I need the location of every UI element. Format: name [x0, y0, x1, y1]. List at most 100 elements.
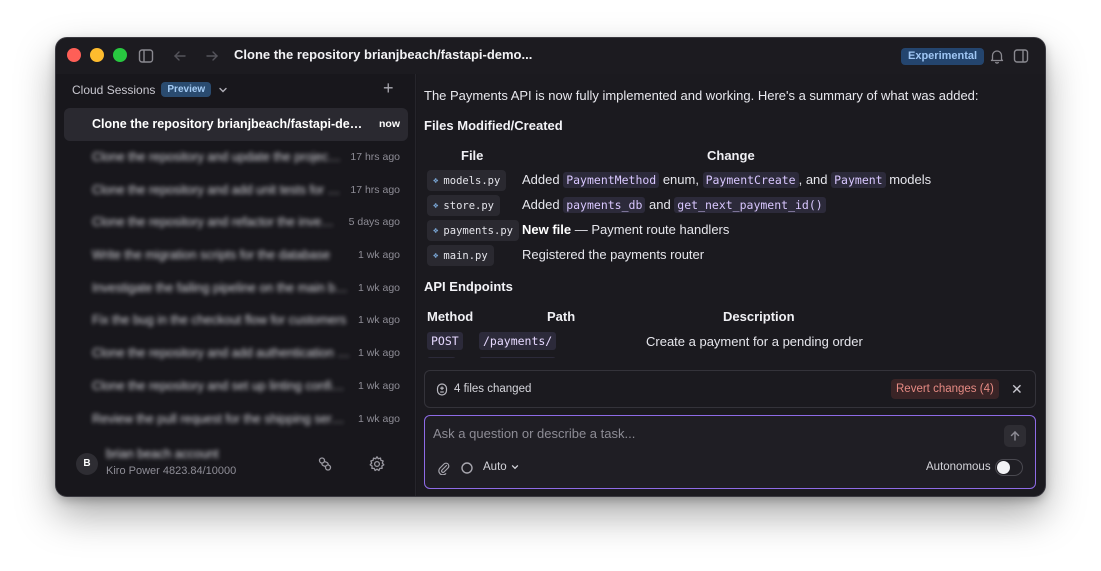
text-fragment: models: [885, 172, 932, 187]
back-arrow-icon[interactable]: [171, 47, 189, 65]
sidebar: Cloud Sessions Preview + Clone the repos…: [56, 74, 416, 496]
session-list: Clone the repository brianjbeach/fastapi…: [64, 108, 408, 435]
gear-icon[interactable]: [368, 455, 386, 473]
endpoint-path: /payments/: [479, 357, 557, 358]
text-fragment: Registered the payments router: [522, 247, 705, 262]
composer: Auto Autonomous: [424, 415, 1036, 489]
revert-changes-button[interactable]: Revert changes (4): [891, 379, 999, 399]
sessions-header[interactable]: Cloud Sessions Preview: [72, 82, 229, 97]
files-heading: Files Modified/Created: [424, 118, 563, 133]
session-title: Write the migration scripts for the data…: [92, 248, 331, 263]
title-bar: Clone the repository brianjbeach/fastapi…: [56, 38, 1045, 74]
session-time: 1 wk ago: [357, 249, 400, 262]
paperclip-icon[interactable]: [437, 461, 451, 476]
send-button[interactable]: [1004, 425, 1026, 447]
session-item[interactable]: Clone the repository and set up linting …: [64, 370, 408, 403]
power-usage: Kiro Power 4823.84/10000: [106, 465, 237, 477]
endpoints-heading: API Endpoints: [424, 279, 513, 294]
text-fragment: and: [645, 197, 675, 212]
session-time: 1 wk ago: [357, 379, 400, 392]
file-name: store.py: [443, 199, 494, 212]
inline-code: get_next_payment_id(): [674, 197, 826, 213]
session-title: Clone the repository and add unit tests …: [92, 182, 342, 197]
minimize-window-button[interactable]: [90, 48, 104, 62]
session-item[interactable]: Clone the repository and refactor the in…: [64, 206, 408, 239]
task-input[interactable]: [433, 426, 993, 441]
session-title: Review the pull request for the shipping…: [92, 411, 350, 426]
close-window-button[interactable]: [67, 48, 81, 62]
changes-bar: 4 files changed Revert changes (4) ✕: [424, 370, 1036, 408]
mode-selector[interactable]: Auto: [483, 461, 520, 473]
file-chip[interactable]: ❖ main.py: [427, 245, 494, 266]
files-header-change: Change: [707, 148, 755, 163]
file-name: payments.py: [443, 224, 513, 237]
file-chip[interactable]: ❖ models.py: [427, 170, 507, 191]
session-title: Clone the repository and refactor the in…: [92, 215, 341, 230]
file-name: main.py: [443, 249, 488, 262]
text-fragment: enum,: [659, 172, 703, 187]
file-change-description: New file — Payment route handlers: [522, 222, 729, 237]
bell-icon[interactable]: [988, 47, 1006, 65]
preview-badge: Preview: [161, 82, 212, 97]
file-change-description: Registered the payments router: [522, 247, 704, 262]
close-icon[interactable]: ✕: [1011, 380, 1023, 398]
session-time: now: [379, 118, 400, 131]
autonomous-label: Autonomous: [926, 461, 991, 473]
right-panel-toggle-icon[interactable]: [1012, 47, 1030, 65]
chat-panel: The Payments API is now fully implemente…: [417, 74, 1045, 496]
sidebar-toggle-icon[interactable]: [137, 47, 155, 65]
sessions-header-label: Cloud Sessions: [72, 82, 156, 97]
file-change-description: Added payments_db and get_next_payment_i…: [522, 197, 826, 213]
session-title: Clone the repository and update the proj…: [92, 150, 342, 165]
avatar[interactable]: B: [76, 453, 98, 475]
file-chip[interactable]: ❖ payments.py: [427, 220, 519, 241]
arrow-up-icon: [1010, 431, 1020, 441]
endpoints-header-method: Method: [427, 309, 474, 324]
endpoint-description: Create a payment for a pending order: [646, 334, 863, 349]
inline-code: Payment: [831, 172, 886, 188]
new-session-plus-icon[interactable]: +: [383, 79, 394, 97]
text-fragment: — Payment route handlers: [571, 222, 730, 237]
python-file-icon: ❖: [433, 250, 439, 261]
session-item[interactable]: Investigate the failing pipeline on the …: [64, 271, 408, 304]
session-item[interactable]: Fix the bug in the checkout flow for cus…: [64, 304, 408, 337]
python-file-icon: ❖: [433, 175, 439, 186]
connections-icon[interactable]: [316, 455, 334, 473]
session-item[interactable]: Clone the repository brianjbeach/fastapi…: [64, 108, 408, 141]
python-file-icon: ❖: [433, 200, 439, 211]
session-item[interactable]: Review the pull request for the shipping…: [64, 402, 408, 435]
file-chip[interactable]: ❖ store.py: [427, 195, 500, 216]
autonomous-toggle[interactable]: [995, 459, 1023, 476]
chevron-down-icon[interactable]: [217, 84, 229, 96]
forward-arrow-icon[interactable]: [203, 47, 221, 65]
app-window: Clone the repository brianjbeach/fastapi…: [56, 38, 1045, 496]
files-changed-label[interactable]: 4 files changed: [454, 383, 531, 395]
summary-intro: The Payments API is now fully implemente…: [424, 88, 979, 103]
session-item[interactable]: Clone the repository and update the proj…: [64, 141, 408, 174]
session-item[interactable]: Write the migration scripts for the data…: [64, 239, 408, 272]
python-file-icon: ❖: [433, 225, 439, 236]
assistant-message: The Payments API is now fully implemente…: [424, 88, 1034, 358]
session-title: Investigate the failing pipeline on the …: [92, 280, 350, 295]
files-header-file: File: [461, 148, 484, 163]
inline-code: PaymentCreate: [702, 172, 799, 188]
endpoint-method: POST: [427, 332, 463, 350]
session-time: 1 wk ago: [357, 281, 400, 294]
session-time: 1 wk ago: [357, 347, 400, 360]
text-fragment: Added: [522, 197, 564, 212]
session-time: 1 wk ago: [357, 314, 400, 327]
window-title: Clone the repository brianjbeach/fastapi…: [234, 47, 533, 62]
context-circle-icon[interactable]: [460, 461, 474, 475]
maximize-window-button[interactable]: [113, 48, 127, 62]
inline-code: payments_db: [563, 197, 646, 213]
mode-label: Auto: [483, 461, 507, 473]
user-name: brian beach account: [106, 447, 219, 461]
session-item[interactable]: Clone the repository and add unit tests …: [64, 173, 408, 206]
session-title: Fix the bug in the checkout flow for cus…: [92, 313, 347, 328]
endpoints-header-path: Path: [547, 309, 576, 324]
bold-text: New file: [522, 222, 572, 237]
session-title: Clone the repository brianjbeach/fastapi…: [92, 117, 371, 132]
session-item[interactable]: Clone the repository and add authenticat…: [64, 337, 408, 370]
file-diff-icon: [436, 383, 448, 396]
session-title: Clone the repository and set up linting …: [92, 378, 350, 393]
